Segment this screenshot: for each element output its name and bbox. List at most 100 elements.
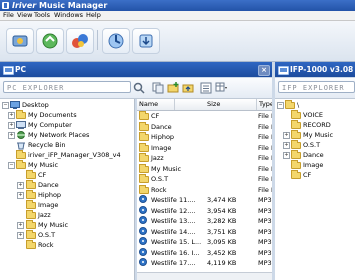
pc-explorer-path[interactable]: PC EXPLORER <box>3 81 131 93</box>
file-row[interactable]: Westlife 12.... 3,954 KB MP3 <box>137 205 272 216</box>
folder-icon <box>291 170 301 179</box>
file-row[interactable]: O.S.T File F <box>137 174 272 184</box>
desktop-icon <box>10 101 20 109</box>
folder-icon <box>139 184 149 194</box>
folder-icon <box>139 132 149 141</box>
view-options-icon[interactable] <box>215 82 229 94</box>
file-row[interactable]: Westlife 15. L... 3,095 KB MP3 <box>137 237 272 247</box>
folder-up-icon[interactable] <box>182 82 194 94</box>
file-row[interactable]: Image File F <box>137 142 272 153</box>
close-pc-panel-button[interactable]: × <box>258 65 270 76</box>
file-type: File F <box>258 154 272 162</box>
expand-icon[interactable]: + <box>8 132 15 139</box>
folder-icon <box>139 153 149 162</box>
convert-button[interactable] <box>102 28 130 54</box>
menu-help[interactable]: Help <box>86 11 101 20</box>
menu-windows[interactable]: Windows <box>54 11 83 20</box>
horizontal-scrollbar[interactable] <box>137 272 272 280</box>
sync-button[interactable] <box>36 28 64 54</box>
device-panel-header: IFP-1000 v3.08 <box>275 62 355 77</box>
search-icon[interactable] <box>133 82 145 94</box>
file-size: 4,119 KB <box>207 259 237 267</box>
copy-icon[interactable] <box>152 82 164 94</box>
column-size[interactable]: Size <box>175 99 257 110</box>
file-row[interactable]: Westlife 13.... 3,282 KB MP3 <box>137 216 272 226</box>
ifp-explorer-path[interactable]: IFP EXPLORER <box>278 81 355 93</box>
music-library-button[interactable] <box>66 28 94 54</box>
folder-icon <box>139 121 149 131</box>
file-size: 3,954 KB <box>207 206 237 215</box>
folder-icon <box>16 160 26 169</box>
expand-icon[interactable]: + <box>17 222 24 229</box>
expand-icon[interactable]: + <box>8 122 15 129</box>
app-icon <box>2 2 9 9</box>
file-name: Dance <box>151 122 172 131</box>
column-type[interactable]: Type <box>257 99 272 110</box>
pc-icon <box>3 66 14 75</box>
file-row[interactable]: Jazz File F <box>137 153 272 163</box>
mp3-file-icon <box>139 195 147 203</box>
connect-device-button[interactable] <box>6 28 34 54</box>
new-folder-icon[interactable] <box>167 82 179 94</box>
file-row[interactable]: Hiphop File F <box>137 132 272 142</box>
file-row[interactable]: Dance File F <box>137 121 272 132</box>
file-size: 3,751 KB <box>207 227 237 236</box>
folder-icon <box>291 120 301 129</box>
file-name: My Music <box>151 164 182 173</box>
mp3-file-icon <box>139 205 147 214</box>
file-row[interactable]: Westlife 11.... 3,474 KB MP3 <box>137 195 272 205</box>
folder-icon <box>26 210 36 219</box>
file-list-header: Name Size Type <box>137 99 272 111</box>
folder-icon <box>26 180 36 189</box>
pc-panel-title: PC <box>15 65 27 74</box>
file-name: Westlife 13.... <box>151 217 196 225</box>
file-size: 3,452 KB <box>207 248 237 257</box>
file-name: Westlife 11.... <box>151 196 196 204</box>
mp3-file-icon <box>139 216 147 224</box>
file-type: MP3 <box>258 259 272 267</box>
convert-icon <box>108 33 124 49</box>
file-row[interactable]: CF File F <box>137 111 272 121</box>
main-toolbar <box>0 21 355 62</box>
download-icon <box>139 34 153 48</box>
folder-icon <box>26 170 36 179</box>
download-button[interactable] <box>132 28 160 54</box>
folder-icon <box>139 111 149 120</box>
file-row[interactable]: Rock File F <box>137 184 272 195</box>
file-row[interactable]: My Music File F <box>137 163 272 174</box>
file-type: MP3 <box>258 238 272 246</box>
file-type: File F <box>258 112 272 120</box>
expand-icon[interactable]: + <box>283 132 290 139</box>
file-size: 3,095 KB <box>207 238 237 246</box>
file-name: Image <box>151 143 172 152</box>
collapse-icon[interactable]: − <box>277 102 284 109</box>
file-type: File F <box>258 175 272 183</box>
pc-panel-header: PC × <box>0 62 272 77</box>
collapse-icon[interactable]: − <box>8 162 15 169</box>
file-name: O.S.T <box>151 175 169 183</box>
folder-icon <box>291 160 301 169</box>
pc-folder-tree: − Desktop + My Documents + My Computer +… <box>0 99 135 280</box>
expand-icon[interactable]: + <box>283 152 290 159</box>
expand-icon[interactable]: + <box>17 182 24 189</box>
device-folder-tree: − \ VOICE RECORD + My Music + O.S.T + Da… <box>275 99 355 280</box>
folder-icon <box>291 130 301 139</box>
file-size: 3,282 KB <box>207 217 237 225</box>
menu-file[interactable]: File <box>3 11 14 20</box>
column-name[interactable]: Name <box>137 99 175 110</box>
details-view-icon[interactable] <box>200 82 212 94</box>
file-row[interactable]: Westlife 16. I... 3,452 KB MP3 <box>137 247 272 258</box>
folder-icon <box>139 142 149 152</box>
file-row[interactable]: Westlife 14.... 3,751 KB MP3 <box>137 226 272 237</box>
menu-tools[interactable]: Tools <box>34 11 50 20</box>
collapse-icon[interactable]: − <box>2 102 9 109</box>
expand-icon[interactable]: + <box>8 112 15 119</box>
file-type: File F <box>258 164 272 173</box>
expand-icon[interactable]: + <box>283 142 290 149</box>
menu-view[interactable]: View <box>17 11 32 20</box>
file-row[interactable]: Westlife 17.... 4,119 KB MP3 <box>137 258 272 268</box>
mp3-file-icon <box>139 237 147 245</box>
file-type: File F <box>258 185 272 194</box>
expand-icon[interactable]: + <box>17 232 24 239</box>
expand-icon[interactable]: + <box>17 192 24 199</box>
